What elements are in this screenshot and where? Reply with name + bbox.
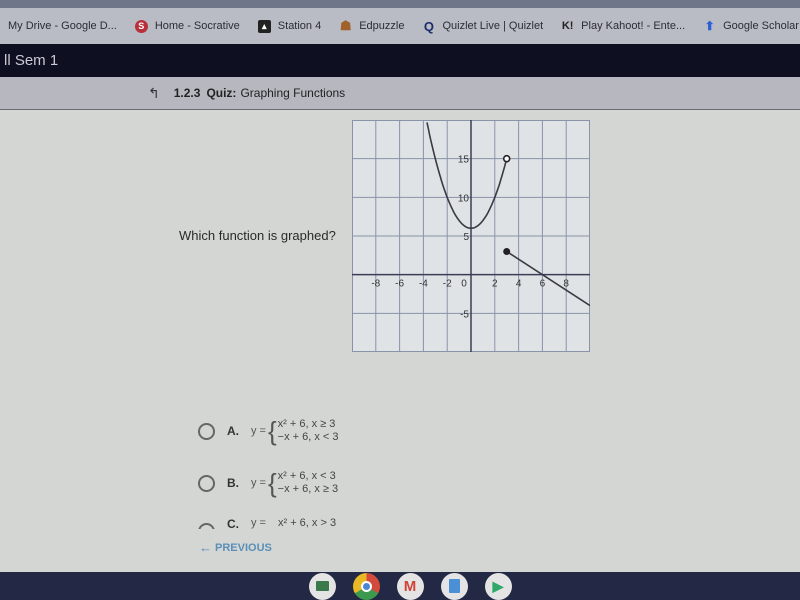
scholar-icon: ⬆ [704, 19, 715, 33]
x-tick-label: -2 [443, 279, 452, 290]
piecewise-cases: x² + 6, x < 3 −x + 6, x ≥ 3 [278, 470, 338, 496]
socrative-icon: S [134, 19, 148, 33]
answer-y: y = [251, 517, 266, 529]
case-1: x² + 6, x ≥ 3 [277, 418, 336, 430]
bookmark-label: My Drive - Google D... [8, 20, 117, 32]
x-tick-label: -4 [419, 279, 428, 290]
case-2: −x + 6, x < 3 [277, 431, 339, 443]
bookmark-label: Edpuzzle [359, 20, 405, 32]
bookmark-socrative[interactable]: S Home - Socrative [134, 19, 240, 33]
radio-a[interactable] [198, 422, 215, 440]
os-shelf: M ▶ [0, 572, 800, 600]
answer-option-c[interactable]: C. y = x² + 6, x > 3 [198, 509, 339, 529]
bookmark-label: Home - Socrative [154, 20, 240, 32]
answer-letter: B. [227, 476, 239, 490]
answer-y: y = [251, 477, 266, 489]
bookmarks-bar: My Drive - Google D... S Home - Socrativ… [0, 8, 800, 44]
brace-icon: { [267, 416, 277, 446]
bookmark-label: Play Kahoot! - Ente... [581, 20, 686, 32]
radio-c[interactable] [198, 523, 215, 529]
bookmark-label: Station 4 [277, 20, 322, 32]
piecewise-cases: x² + 6, x ≥ 3 −x + 6, x < 3 [278, 418, 339, 444]
bookmark-kahoot[interactable]: K! Play Kahoot! - Ente... [561, 20, 685, 33]
x-tick-label: -6 [395, 279, 404, 290]
previous-label: PREVIOUS [215, 541, 272, 554]
quizlet-icon: Q [423, 18, 435, 34]
course-header: ll Sem 1 [0, 44, 800, 77]
case-1: x² + 6, x > 3 [277, 517, 337, 529]
quiz-header: ↰ 1.2.3 Quiz: Graphing Functions [0, 77, 800, 110]
answer-y: y = [251, 425, 266, 437]
bookmark-station-4[interactable]: ▴ Station 4 [257, 19, 322, 33]
previous-button[interactable]: ← PREVIOUS [199, 540, 272, 555]
bookmark-label: Quizlet Live | Quizlet [442, 20, 544, 32]
station-icon: ▴ [257, 19, 271, 33]
case-1: x² + 6, x < 3 [277, 470, 336, 482]
closed-endpoint [503, 247, 511, 255]
play-store-icon[interactable]: ▶ [484, 572, 512, 600]
y-tick-label: 15 [458, 155, 470, 166]
docs-icon[interactable] [440, 572, 468, 600]
x-tick-label: 6 [540, 279, 546, 290]
quiz-content: Which function is graphed? -8 -6 -4 -2 0 2 4 6 8… [0, 110, 800, 572]
brace-icon: { [267, 468, 277, 498]
bookmark-label: Google Scholar [723, 20, 799, 32]
radio-b[interactable] [198, 474, 215, 492]
kahoot-icon: K! [561, 20, 574, 32]
answer-letter: C. [227, 517, 239, 529]
x-tick-label: -8 [371, 279, 380, 290]
y-tick-label: 5 [463, 232, 469, 243]
y-tick-label: -5 [460, 309, 469, 320]
quiz-title: Graphing Functions [240, 86, 346, 100]
piecewise-cases: x² + 6, x > 3 [278, 517, 336, 529]
function-graph: -8 -6 -4 -2 0 2 4 6 815105-5 [352, 120, 590, 352]
gmail-icon[interactable]: M [396, 572, 424, 600]
bookmark-quizlet[interactable]: Q Quizlet Live | Quizlet [422, 18, 544, 34]
answer-option-b[interactable]: B. y = { x² + 6, x < 3 −x + 6, x ≥ 3 [198, 457, 339, 509]
bookmark-google-scholar[interactable]: ⬆ Google Scholar [703, 19, 799, 33]
back-up-icon[interactable]: ↰ [148, 85, 160, 102]
classroom-icon[interactable] [308, 572, 336, 600]
y-tick-label: 10 [458, 193, 470, 204]
address-bar-strip[interactable] [0, 0, 800, 8]
answer-choices: A. y = { x² + 6, x ≥ 3 −x + 6, x < 3 B. … [198, 405, 339, 529]
bookmark-my-drive[interactable]: My Drive - Google D... [8, 20, 117, 32]
question-text: Which function is graphed? [179, 228, 336, 243]
case-2: −x + 6, x ≥ 3 [277, 483, 339, 495]
x-tick-label: 0 [461, 279, 467, 290]
x-tick-label: 2 [492, 279, 498, 290]
bookmark-edpuzzle[interactable]: ☗ Edpuzzle [339, 18, 405, 33]
chrome-icon[interactable] [352, 572, 380, 600]
open-endpoint [502, 154, 511, 163]
arrow-left-icon: ← [199, 540, 212, 555]
course-title: ll Sem 1 [4, 52, 59, 69]
answer-letter: A. [227, 424, 239, 438]
quiz-number: 1.2.3 [173, 86, 201, 100]
edpuzzle-icon: ☗ [339, 18, 352, 33]
x-tick-label: 4 [516, 279, 522, 290]
answer-option-a[interactable]: A. y = { x² + 6, x ≥ 3 −x + 6, x < 3 [198, 405, 339, 457]
quiz-kind: Quiz: [206, 86, 237, 100]
